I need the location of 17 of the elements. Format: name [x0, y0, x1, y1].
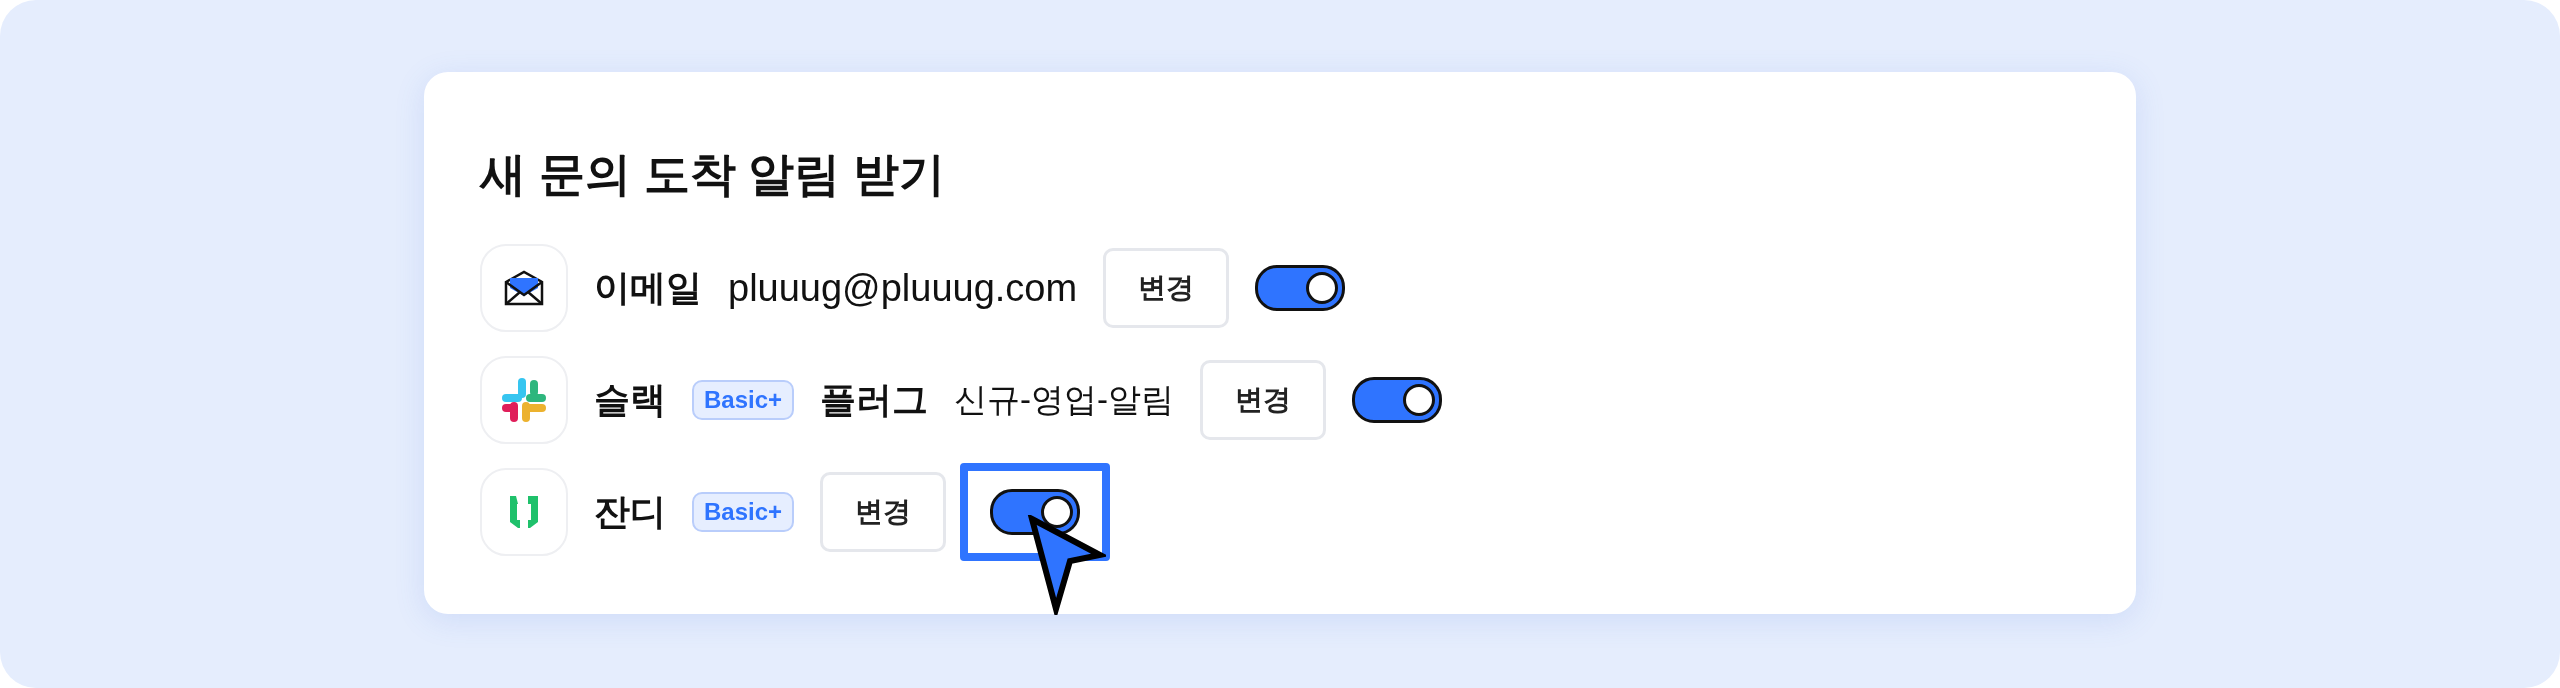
toggle-switch[interactable] [1255, 265, 1346, 311]
change-button[interactable]: 변경 [1103, 248, 1230, 328]
card-title: 새 문의 도착 알림 받기 [480, 147, 947, 202]
envelope-icon [502, 268, 546, 308]
channel-label: 슬랙 [594, 377, 666, 422]
channel-label: 이메일 [594, 265, 702, 310]
channel-target: 신규-영업-알림 [954, 379, 1175, 420]
toggle-switch[interactable] [1352, 377, 1443, 423]
workspace-name: 플러그 [820, 377, 929, 422]
plan-badge: Basic+ [692, 380, 795, 420]
hash-logo-icon [500, 376, 548, 424]
channel-target: pluuug@pluuug.com [728, 266, 1078, 310]
channel-label: 잔디 [594, 489, 666, 534]
change-button[interactable]: 변경 [1200, 360, 1327, 440]
plan-badge: Basic+ [692, 492, 795, 532]
change-button[interactable]: 변경 [820, 472, 947, 552]
toggle-switch[interactable] [990, 489, 1081, 535]
